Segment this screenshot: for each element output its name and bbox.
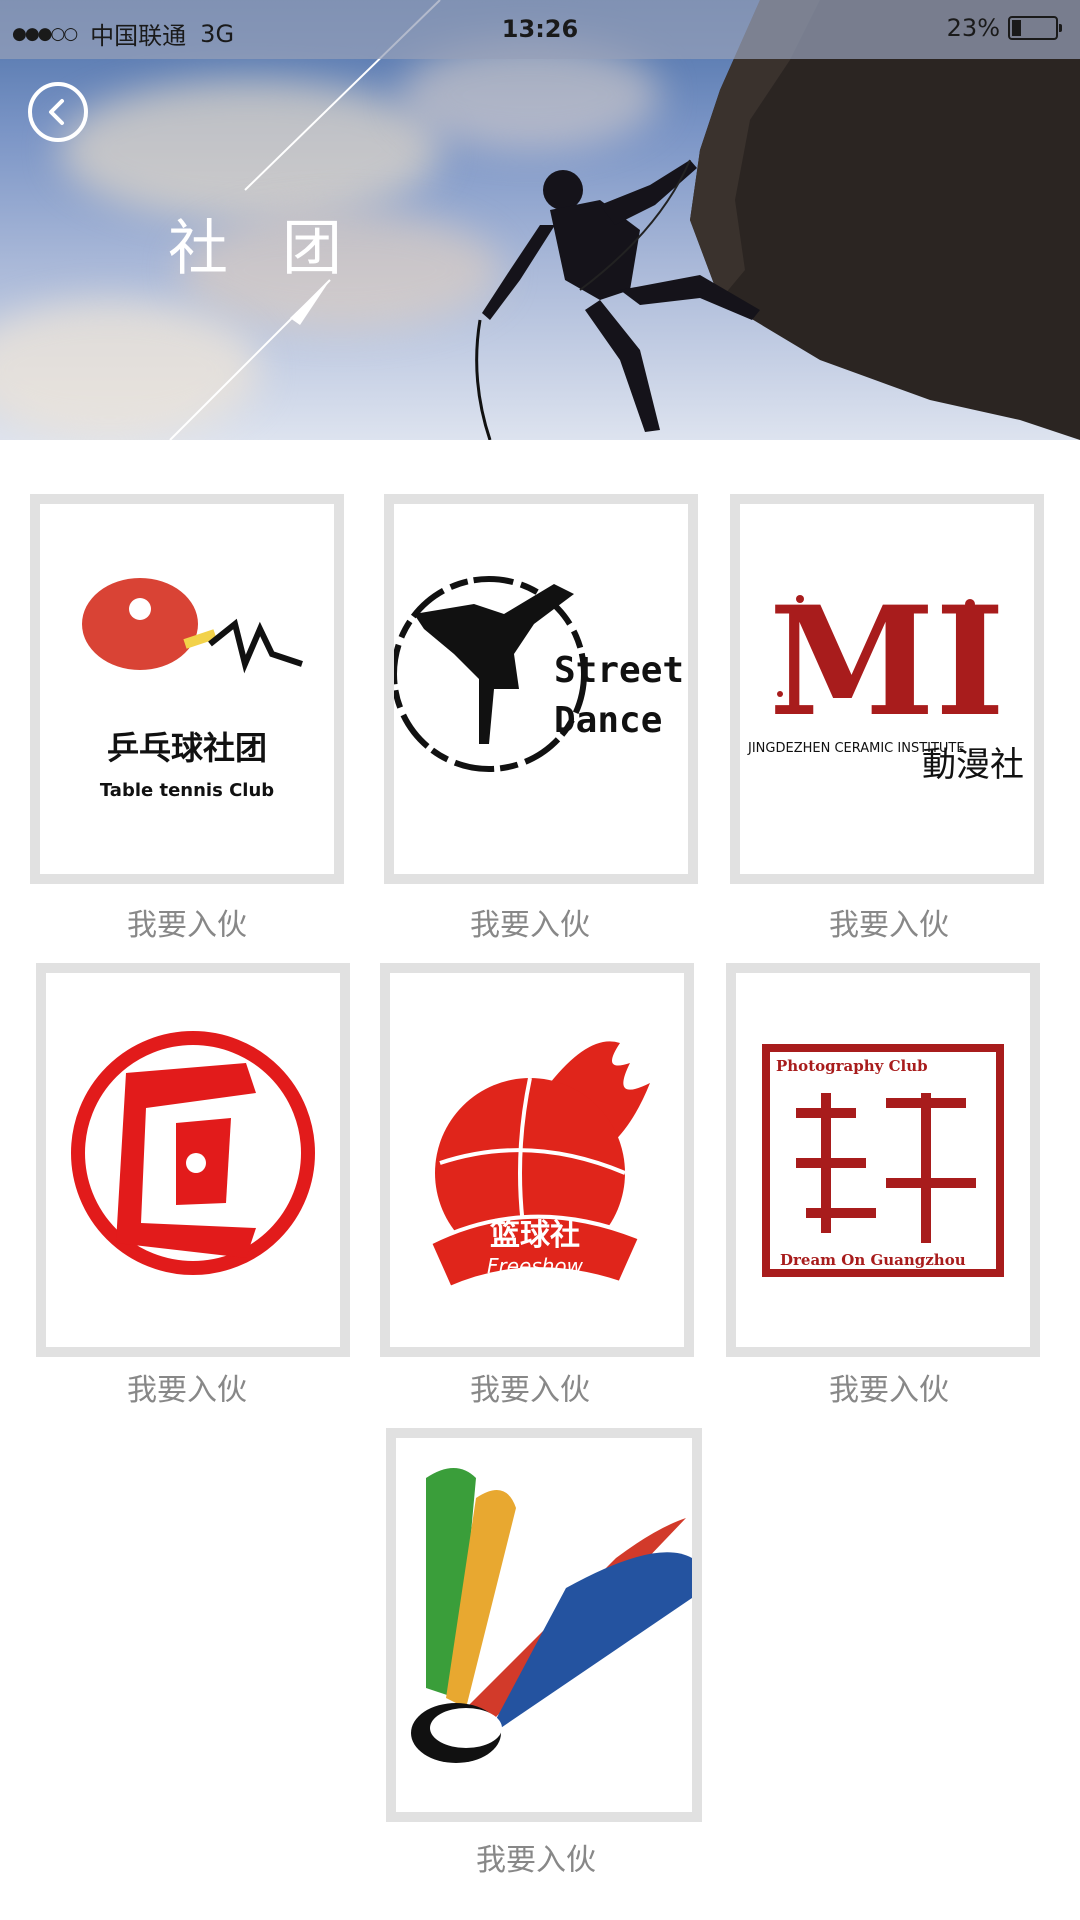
- street-dance-logo-title: Street: [554, 650, 684, 691]
- join-button-badminton[interactable]: 我要入伙: [376, 1835, 696, 1879]
- join-button-anime[interactable]: 我要入伙: [729, 900, 1049, 944]
- clock: 13:26: [501, 15, 579, 43]
- status-bar: ●●●○○ 中国联通 3G 13:26 23%: [0, 0, 1080, 59]
- climber-scene: [169, 0, 1080, 440]
- anime-logo-sub2: 動漫社: [922, 745, 1024, 785]
- club-card-basketball[interactable]: 篮球社 Freeshow: [380, 963, 694, 1357]
- basketball-logo: 篮球社 Freeshow: [427, 1041, 650, 1291]
- join-button-seal[interactable]: 我要入伙: [27, 1365, 347, 1409]
- battery-icon: [1008, 16, 1062, 40]
- club-card-street-dance[interactable]: Street Dance: [384, 494, 698, 884]
- anime-logo: MI JINGDEZHEN CERAMIC INSTITUTE 動漫社: [747, 574, 1024, 785]
- badminton-logo: [411, 1468, 692, 1763]
- photography-logo-title: Photography Club: [776, 1057, 928, 1075]
- club-card-table-tennis[interactable]: 乒乓球社团 Table tennis Club: [30, 494, 344, 884]
- club-card-anime[interactable]: MI JINGDEZHEN CERAMIC INSTITUTE 動漫社: [730, 494, 1044, 884]
- street-dance-logo-sub: Dance: [554, 700, 662, 741]
- photography-logo: Photography Club Dream On Guangzhou: [762, 1044, 1004, 1277]
- join-button-street-dance[interactable]: 我要入伙: [370, 900, 690, 944]
- join-button-photography[interactable]: 我要入伙: [729, 1365, 1049, 1409]
- table-tennis-logo-title: 乒乓球社团: [107, 729, 267, 767]
- join-button-basketball[interactable]: 我要入伙: [370, 1365, 690, 1409]
- table-tennis-logo-sub: Table tennis Club: [100, 780, 274, 801]
- club-card-seal[interactable]: [36, 963, 350, 1357]
- street-dance-logo: Street Dance: [394, 576, 684, 772]
- basketball-logo-sub: Freeshow: [487, 1254, 584, 1278]
- club-card-badminton[interactable]: [386, 1428, 702, 1822]
- table-tennis-logo: 乒乓球社团 Table tennis Club: [82, 578, 303, 801]
- basketball-logo-title: 篮球社: [490, 1218, 580, 1253]
- club-card-photography[interactable]: Photography Club Dream On Guangzhou: [726, 963, 1040, 1357]
- header-banner: [0, 0, 1080, 440]
- battery-percent: 23%: [946, 14, 1000, 42]
- chevron-left-icon: [49, 99, 64, 125]
- seal-logo: [71, 1031, 315, 1275]
- back-button[interactable]: [28, 82, 88, 142]
- photography-logo-sub: Dream On Guangzhou: [780, 1251, 966, 1269]
- page-title: 社团: [168, 214, 396, 284]
- join-button-table-tennis[interactable]: 我要入伙: [27, 900, 347, 944]
